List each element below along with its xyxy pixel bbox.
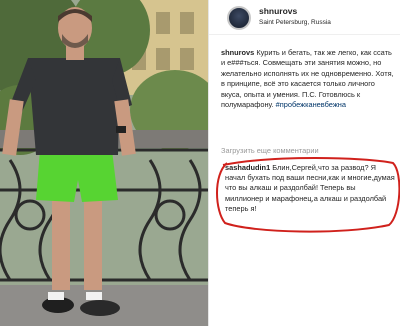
post-location[interactable]: Saint Petersburg, Russia xyxy=(259,19,331,26)
caption-username[interactable]: shnurovs xyxy=(221,48,254,57)
post-header: shnurovs Saint Petersburg, Russia xyxy=(209,0,400,35)
avatar[interactable] xyxy=(227,6,251,30)
screenshot-collage: shnurovs Saint Petersburg, Russia shnuro… xyxy=(0,0,400,326)
instagram-panel: shnurovs Saint Petersburg, Russia shnuro… xyxy=(208,0,400,326)
comment-username[interactable]: sashadudin1 xyxy=(225,163,270,172)
load-more-comments-link[interactable]: Загрузить еще комментарии xyxy=(221,146,319,155)
comment: sashadudin1 Блин,Сергей,что за развод? Я… xyxy=(225,163,395,214)
post-caption: shnurovs Курить и бегать, так же легко, … xyxy=(221,48,397,110)
post-photo xyxy=(0,0,208,326)
caption-hashtag[interactable]: #пробежканевбежна xyxy=(276,100,346,109)
post-username[interactable]: shnurovs xyxy=(259,6,297,16)
